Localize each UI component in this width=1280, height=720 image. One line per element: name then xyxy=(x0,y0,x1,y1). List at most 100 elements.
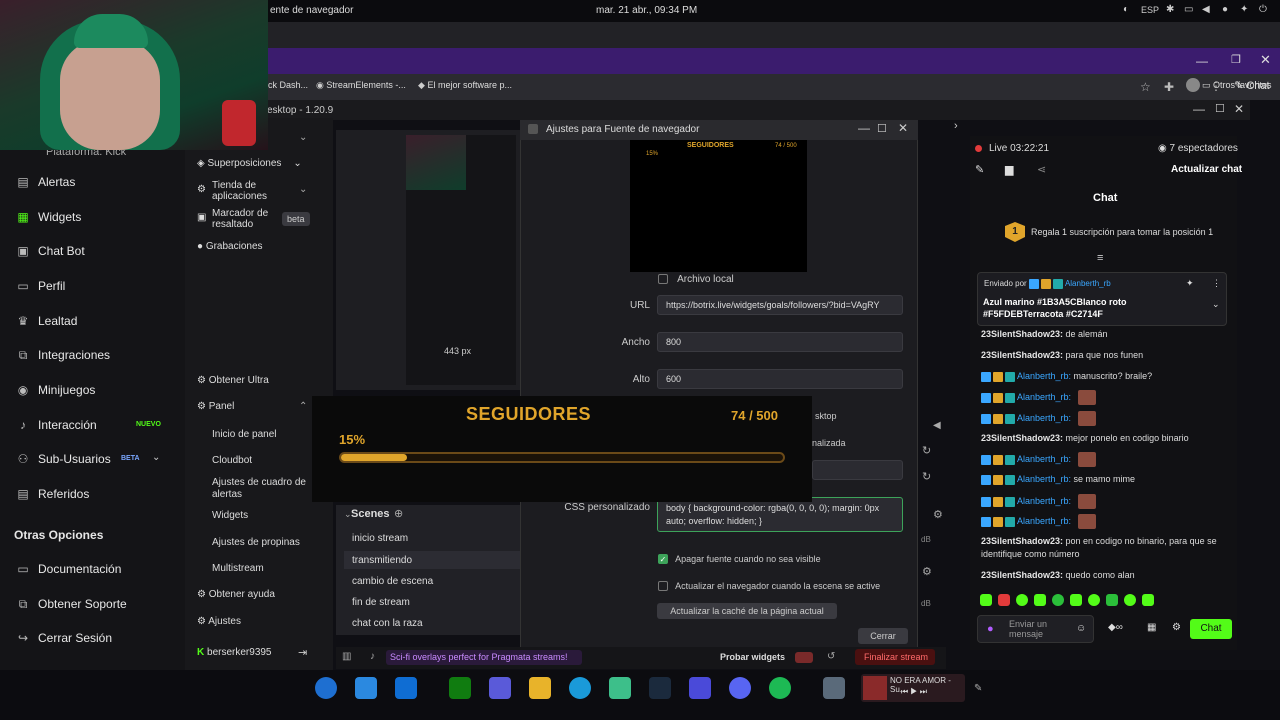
bookmark-3[interactable]: ◆ El mejor software p... xyxy=(418,80,512,91)
history-icon[interactable]: ↺ xyxy=(827,651,835,662)
emote-icon[interactable] xyxy=(998,594,1010,606)
refresh-icon[interactable]: ↻ xyxy=(922,444,931,457)
emote-icon[interactable] xyxy=(1070,594,1082,606)
emote-icon[interactable] xyxy=(1052,594,1064,606)
gift-sub-text[interactable]: Regala 1 suscripción para tomar la posic… xyxy=(1031,227,1213,237)
nav-chatbot[interactable]: ▣ Chat Bot xyxy=(16,244,84,258)
obs-close-icon[interactable]: ✕ xyxy=(1234,102,1244,116)
width-field[interactable]: 800 xyxy=(657,332,903,352)
dash-ajustes[interactable]: ⚙ Ajustes xyxy=(197,616,241,627)
power-icon[interactable]: ⏻ xyxy=(1259,4,1267,15)
nav-perfil[interactable]: ▭ Perfil xyxy=(16,279,65,293)
scene-item[interactable]: chat con la raza xyxy=(352,618,423,629)
scene-item[interactable]: fin de stream xyxy=(352,597,410,608)
chevron-down-icon[interactable]: ⌄ xyxy=(152,452,160,463)
end-stream-button[interactable]: Finalizar stream xyxy=(864,652,928,662)
edit-icon[interactable]: ✎ xyxy=(975,163,984,176)
pin-icon[interactable]: ✦ xyxy=(1186,278,1194,289)
taskbar-discord-icon[interactable] xyxy=(729,677,751,699)
add-scene-icon[interactable]: ⊕ xyxy=(394,507,403,520)
dialog-close-icon[interactable]: ✕ xyxy=(898,121,908,135)
bluetooth-icon[interactable]: ✱ xyxy=(1166,4,1174,15)
emote-icon[interactable] xyxy=(1034,594,1046,606)
css-field[interactable]: body { background-color: rgba(0, 0, 0, 0… xyxy=(657,497,903,532)
night-icon[interactable]: ◐ xyxy=(1123,4,1129,15)
dash-obtener-ultra[interactable]: ⚙ Obtener Ultra xyxy=(197,375,269,386)
nav-sub-usuarios[interactable]: ⚇ Sub-Usuarios xyxy=(16,452,111,466)
scene-item[interactable]: cambio de escena xyxy=(352,576,433,587)
dash-ajustes-propinas[interactable]: Ajustes de propinas xyxy=(212,537,300,548)
other-favorites[interactable]: ▭ Otros favoritos xyxy=(1202,80,1272,91)
nav-lealtad[interactable]: ♛ Lealtad xyxy=(16,314,78,328)
nav-widgets[interactable]: ▦ Widgets xyxy=(16,210,81,224)
extensions-icon[interactable]: ✚ xyxy=(1164,80,1174,94)
gear-icon[interactable]: ⚙ xyxy=(933,508,943,521)
taskbar-store-icon[interactable] xyxy=(395,677,417,699)
taskbar-app-icon[interactable] xyxy=(355,677,377,699)
gear-icon[interactable]: ⚙ xyxy=(1172,622,1181,633)
chat-username[interactable]: 23SilentShadow23: xyxy=(981,350,1063,360)
chat-username[interactable]: Alanberth_rb: xyxy=(1017,392,1071,402)
taskbar-app-icon[interactable] xyxy=(489,677,511,699)
dash-ajustes-alertas[interactable]: Ajustes de cuadro de alertas xyxy=(212,477,308,501)
taskbar-app-icon[interactable] xyxy=(315,677,337,699)
dash-inicio-panel[interactable]: Inicio de panel xyxy=(212,429,277,440)
chat-username[interactable]: 23SilentShadow23: xyxy=(981,329,1063,339)
share-icon[interactable]: ⋖ xyxy=(1037,163,1046,176)
send-chat-button[interactable]: Chat xyxy=(1190,619,1232,639)
mic-icon[interactable]: ● xyxy=(1222,4,1228,15)
refresh-cache-button[interactable]: Actualizar la caché de la página actual xyxy=(657,603,837,619)
taskbar-spotify-icon[interactable] xyxy=(769,677,791,699)
menu-icon[interactable]: ⋮ xyxy=(1212,278,1221,289)
emote-icon[interactable] xyxy=(1106,594,1118,606)
emote-icon[interactable] xyxy=(1016,594,1028,606)
nav-integraciones[interactable]: ⧉ Integraciones xyxy=(16,348,110,362)
taskbar-edge-icon[interactable] xyxy=(569,677,591,699)
dash-cloudbot[interactable]: Cloudbot xyxy=(212,455,252,466)
chevron-up-icon[interactable]: ⌃ xyxy=(299,401,307,412)
dialog-minimize-icon[interactable]: — xyxy=(858,121,870,135)
scene-item-selected[interactable]: transmitiendo xyxy=(344,551,520,569)
nav-cerrar-sesion[interactable]: ↪ Cerrar Sesión xyxy=(16,631,112,645)
gift-icon[interactable]: ◆∞ xyxy=(1108,622,1123,633)
chat-username[interactable]: 23SilentShadow23: xyxy=(981,536,1063,546)
nav-referidos[interactable]: ▤ Referidos xyxy=(16,487,89,501)
shutdown-source-checkbox[interactable]: ✓ Apagar fuente cuando no sea visible xyxy=(658,553,821,565)
scene-item[interactable]: inicio stream xyxy=(352,533,408,544)
nav-alertas[interactable]: ▤ Alertas xyxy=(16,175,75,189)
chat-input[interactable]: ● Enviar un mensaje ☺ xyxy=(977,615,1094,643)
shop-icon[interactable]: ▆ xyxy=(1005,163,1013,176)
emote-icon[interactable] xyxy=(1124,594,1136,606)
maximize-icon[interactable]: ❐ xyxy=(1231,53,1241,66)
taskbar-folder-icon[interactable] xyxy=(529,677,551,699)
chart-icon[interactable]: ▥ xyxy=(342,651,351,662)
mic-icon[interactable]: ● xyxy=(987,623,994,635)
chat-username[interactable]: Alanberth_rb: xyxy=(1017,413,1071,423)
record-icon[interactable] xyxy=(795,652,813,663)
system-clock[interactable]: mar. 21 abr., 09:34 PM xyxy=(596,5,697,16)
chat-username[interactable]: Alanberth_rb: xyxy=(1017,516,1071,526)
bell-icon[interactable]: ♪ xyxy=(370,651,375,662)
height-field[interactable]: 600 xyxy=(657,369,903,389)
obs-maximize-icon[interactable]: ☐ xyxy=(1215,102,1225,115)
volume-icon[interactable]: ◀ xyxy=(1202,4,1210,15)
refresh-on-scene-checkbox[interactable]: Actualizar el navegador cuando la escena… xyxy=(658,580,880,592)
taskbar-app-icon[interactable] xyxy=(689,677,711,699)
dash-widgets[interactable]: Widgets xyxy=(212,510,248,521)
store-icon[interactable]: ▦ xyxy=(1147,622,1156,633)
nav-minijuegos[interactable]: ◉ Minijuegos xyxy=(16,383,96,397)
chat-username[interactable]: Alanberth_rb: xyxy=(1017,474,1071,484)
bookmark-1[interactable]: ck Dash... xyxy=(268,80,308,90)
dash-marcador[interactable]: ▣ Marcador de resaltado xyxy=(197,208,277,230)
obs-minimize-icon[interactable]: — xyxy=(1193,102,1205,116)
local-file-checkbox[interactable]: Archivo local xyxy=(658,273,734,285)
refresh-chat-button[interactable]: Actualizar chat xyxy=(1171,164,1242,175)
display-icon[interactable]: ▭ xyxy=(1184,4,1193,15)
chat-username[interactable]: Alanberth_rb: xyxy=(1017,496,1071,506)
test-widgets-button[interactable]: Probar widgets xyxy=(720,652,785,662)
nav-interaccion[interactable]: ♪ Interacción xyxy=(16,418,97,432)
minimize-icon[interactable]: — xyxy=(1196,54,1208,68)
chevron-down-icon[interactable]: ⌄ xyxy=(299,184,307,195)
close-icon[interactable]: ✕ xyxy=(1260,52,1271,68)
chevron-right-icon[interactable]: › xyxy=(954,120,958,132)
